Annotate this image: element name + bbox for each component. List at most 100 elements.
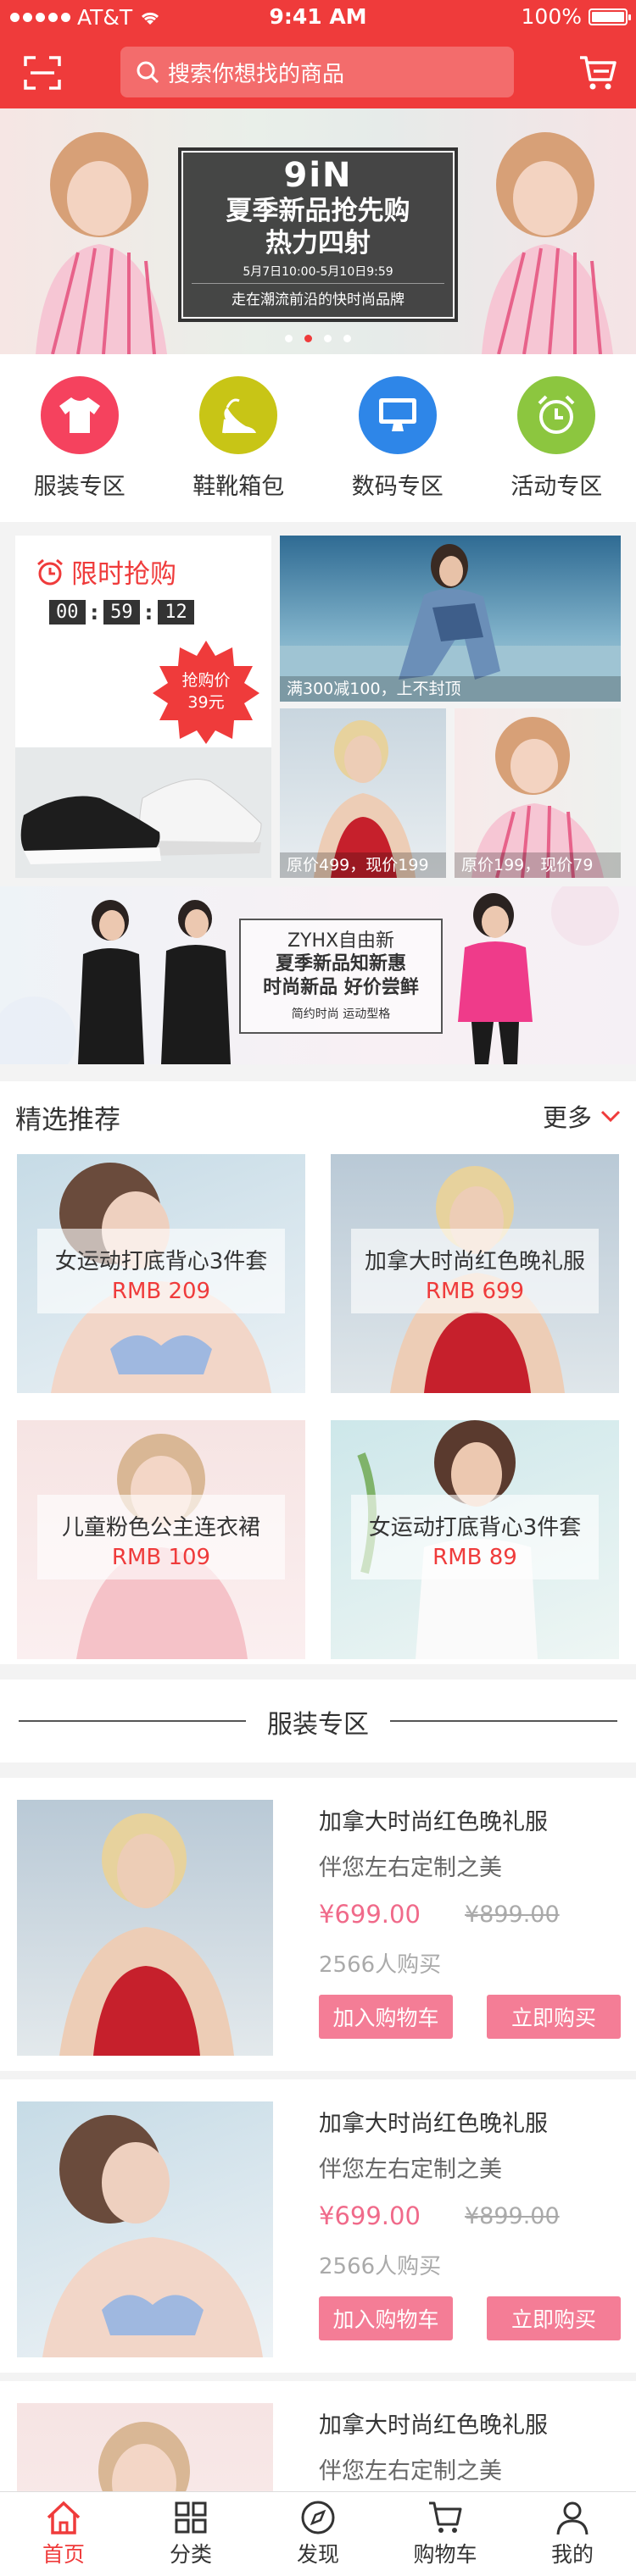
tshirt-icon	[40, 376, 119, 454]
product-image[interactable]	[17, 1800, 273, 2056]
status-bar: AT&T 9:41 AM 100%	[0, 0, 636, 34]
product-card[interactable]: 加拿大时尚红色晚礼服 伴您左右定制之美 ¥699.00 ¥899.00 2566…	[0, 1778, 636, 2071]
brand-ad-banner[interactable]: ZYHX自由新 夏季新品知新惠 时尚新品 好价尝鲜 简约时尚 运动型格	[0, 886, 636, 1064]
page: AT&T 9:41 AM 100% 搜索你想找的商品 9iN 夏季新品抢先购 热…	[0, 0, 636, 2576]
sneakers-image	[15, 747, 271, 878]
recommend-card[interactable]: 女运动打底背心3件套 RMB 89	[331, 1420, 619, 1659]
cart-icon	[429, 2501, 462, 2533]
ad-brand: ZYHX自由新	[287, 930, 395, 952]
recommend-card[interactable]: 加拿大时尚红色晚礼服 RMB 699	[331, 1154, 619, 1393]
category-label: 活动专区	[510, 474, 603, 500]
product-name: 加拿大时尚红色晚礼服	[319, 1809, 548, 1835]
promo-tile-price-1[interactable]: 原价499，现价199	[280, 708, 446, 878]
category-nav: 服装专区 鞋靴箱包 数码专区 活动专区	[0, 354, 636, 522]
hero-banner[interactable]: 9iN 夏季新品抢先购 热力四射 5月7日10:00-5月10日9:59 走在潮…	[0, 108, 636, 354]
recommend-name: 女运动打底背心3件套	[54, 1249, 268, 1274]
user-icon	[556, 2501, 589, 2535]
recommend-name: 女运动打底背心3件套	[368, 1515, 582, 1541]
search-placeholder: 搜索你想找的商品	[168, 61, 345, 87]
ad-line-1: 夏季新品知新惠	[275, 953, 406, 974]
category-events[interactable]: 活动专区	[484, 376, 628, 522]
banner-textbox: 9iN 夏季新品抢先购 热力四射 5月7日10:00-5月10日9:59 走在潮…	[178, 147, 458, 322]
tab-cart[interactable]: 购物车	[382, 2492, 509, 2576]
section-header: 服装专区	[0, 1679, 636, 1763]
promo-caption: 原价199，现价79	[455, 852, 621, 878]
promo-tile-discount[interactable]: 满300减100，上不封顶	[280, 536, 621, 702]
cart-icon[interactable]	[578, 54, 617, 92]
countdown-timer: 00: 59: 12	[49, 600, 194, 625]
product-image[interactable]	[17, 2101, 273, 2357]
recommend-card[interactable]: 女运动打底背心3件套 RMB 209	[17, 1154, 305, 1393]
category-shoes-bags[interactable]: 鞋靴箱包	[166, 376, 310, 522]
tab-mine[interactable]: 我的	[509, 2492, 636, 2576]
tab-label: 发现	[296, 2542, 339, 2567]
promo-tile-price-2[interactable]: 原价199，现价79	[455, 708, 621, 878]
recommend-name: 加拿大时尚红色晚礼服	[364, 1249, 585, 1274]
product-desc: 伴您左右定制之美	[319, 2458, 502, 2484]
product-price: ¥699.00	[319, 1900, 421, 1929]
banner-slogan: 走在潮流前沿的快时尚品牌	[192, 283, 444, 308]
flash-sale-title: 限时抢购	[36, 552, 176, 591]
battery-icon	[589, 8, 631, 25]
recommend-section: 精选推荐 更多 女运动打底背心3件套 RMB 209 加拿大时尚红色晚礼服 RM…	[0, 1081, 636, 1664]
product-card[interactable]: 加拿大时尚红色晚礼服 伴您左右定制之美 ¥699.00 ¥899.00 2566…	[0, 2079, 636, 2373]
pager-dot-active[interactable]	[304, 335, 312, 342]
recommend-label: 女运动打底背心3件套 RMB 89	[351, 1495, 599, 1579]
recommend-price: RMB 209	[111, 1279, 211, 1304]
add-to-cart-button[interactable]: 加入购物车	[319, 2296, 453, 2340]
promo-grid: 限时抢购 00: 59: 12 抢购价 39元 满300减100，上不封顶 原价…	[0, 522, 636, 878]
badge-label: 抢购价	[181, 671, 231, 690]
recommend-card[interactable]: 儿童粉色公主连衣裙 RMB 109	[17, 1420, 305, 1659]
ad-subtitle: 简约时尚 运动型格	[291, 1008, 391, 1021]
banner-pager	[0, 335, 636, 342]
more-link[interactable]: 更多	[543, 1098, 621, 1134]
pager-dot[interactable]	[324, 335, 332, 342]
pager-dot[interactable]	[285, 335, 293, 342]
tab-discover[interactable]: 发现	[254, 2492, 382, 2576]
monitor-icon	[358, 376, 437, 454]
pager-dot[interactable]	[343, 335, 351, 342]
buy-now-button[interactable]: 立即购买	[487, 1995, 621, 2039]
recommend-price: RMB 89	[432, 1545, 517, 1570]
tab-label: 我的	[550, 2542, 594, 2567]
banner-brand: 9iN	[283, 156, 353, 195]
search-icon	[137, 61, 159, 84]
grid-icon	[175, 2501, 207, 2534]
tab-label: 分类	[169, 2542, 212, 2567]
flash-sale-card[interactable]: 限时抢购 00: 59: 12 抢购价 39元	[15, 536, 271, 878]
tab-bar: 首页 分类 发现 购物车 我的	[0, 2491, 636, 2576]
compass-icon	[301, 2501, 335, 2534]
banner-title-2: 热力四射	[265, 228, 371, 258]
alarm-clock-icon	[37, 558, 63, 585]
product-old-price: ¥899.00	[465, 1901, 560, 1928]
product-name: 加拿大时尚红色晚礼服	[319, 2412, 548, 2439]
buy-now-button[interactable]: 立即购买	[487, 2296, 621, 2340]
header: AT&T 9:41 AM 100% 搜索你想找的商品	[0, 0, 636, 108]
price-badge-text: 抢购价 39元	[151, 669, 261, 713]
product-name: 加拿大时尚红色晚礼服	[319, 2111, 548, 2137]
product-sold-count: 2566人购买	[319, 1952, 442, 1978]
tab-home[interactable]: 首页	[0, 2492, 127, 2576]
category-clothing[interactable]: 服装专区	[8, 376, 152, 522]
home-icon	[47, 2501, 81, 2534]
banner-title-1: 夏季新品抢先购	[226, 196, 410, 226]
promo-caption: 满300减100，上不封顶	[280, 676, 621, 702]
category-label: 数码专区	[351, 474, 444, 500]
chevron-down-icon	[600, 1110, 621, 1122]
promo-caption: 原价499，现价199	[280, 852, 446, 878]
category-digital[interactable]: 数码专区	[326, 376, 470, 522]
tab-category[interactable]: 分类	[127, 2492, 254, 2576]
product-old-price: ¥899.00	[465, 2203, 560, 2229]
category-label: 鞋靴箱包	[192, 474, 285, 500]
scan-icon[interactable]	[24, 56, 61, 90]
add-to-cart-button[interactable]: 加入购物车	[319, 1995, 453, 2039]
alarm-clock-icon	[517, 376, 596, 454]
product-photo	[42, 2115, 263, 2357]
search-bar[interactable]: 搜索你想找的商品	[120, 47, 514, 97]
product-price: ¥699.00	[319, 2201, 421, 2230]
banner-date: 5月7日10:00-5月10日9:59	[243, 265, 393, 279]
more-label: 更多	[542, 1103, 592, 1132]
product-photo	[59, 1813, 234, 2056]
ad-line-2: 时尚新品 好价尝鲜	[263, 977, 419, 998]
product-sold-count: 2566人购买	[319, 2254, 442, 2279]
